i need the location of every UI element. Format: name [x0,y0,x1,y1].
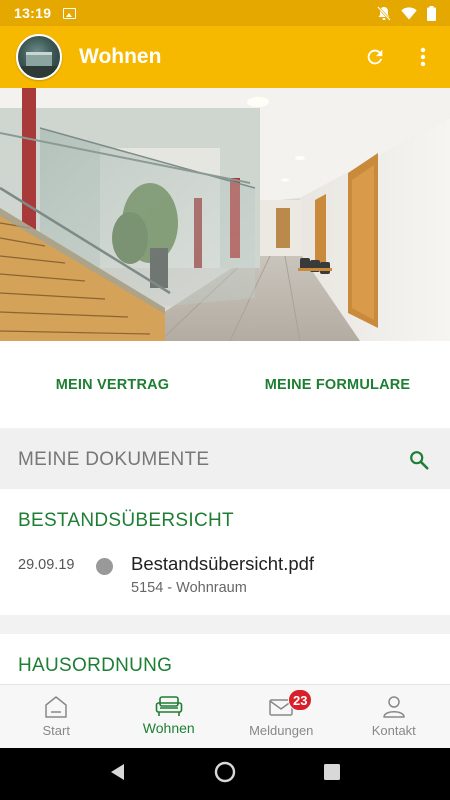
building-avatar[interactable] [16,34,62,80]
my-contract-button[interactable]: MEIN VERTRAG [0,377,225,393]
nav-label: Wohnen [142,720,195,736]
back-icon[interactable] [109,763,127,786]
status-time: 13:19 [14,5,52,21]
app-screen: 13:19 Wohnen MEIN VERTRAG MEINE FORMULAR… [0,0,450,800]
recents-icon[interactable] [323,763,341,786]
document-section: BESTANDSÜBERSICHT 29.09.19 Bestandsübers… [0,489,450,615]
app-bar-actions [362,44,436,70]
wifi-icon [401,6,417,19]
gallery-icon [63,7,77,19]
section-title: BESTANDSÜBERSICHT [18,510,234,531]
status-icons [377,5,436,21]
home-icon [45,696,67,718]
my-forms-button[interactable]: MEINE FORMULARE [225,377,450,393]
search-icon[interactable] [406,447,432,473]
contract-actions: MEIN VERTRAG MEINE FORMULARE [0,341,450,428]
bottom-navigation: Start Wohnen 23 Meldungen Kontakt [0,684,450,748]
notifications-off-icon [377,5,391,21]
documents-header: MEINE DOKUMENTE [0,430,450,489]
home-button-icon[interactable] [214,761,236,788]
notification-badge: 23 [288,689,313,711]
nav-item-wohnen[interactable]: Wohnen [113,685,226,748]
nav-label: Start [42,723,70,738]
status-bar: 13:19 [0,0,450,26]
refresh-icon[interactable] [362,44,388,70]
nav-label: Kontakt [371,723,416,738]
page-title: Wohnen [79,45,162,68]
document-row[interactable]: 29.09.19 Bestandsübersicht.pdf 5154 - Wo… [0,553,450,601]
hallway-with-staircase-photo [0,88,450,341]
sofa-icon [155,696,183,716]
document-name: Bestandsübersicht.pdf [131,553,315,574]
section-title: HAUSORDNUNG [18,655,173,676]
document-subtitle: 5154 - Wohnraum [131,580,247,596]
app-bar: Wohnen [0,26,450,88]
nav-label: Meldungen [249,723,314,738]
battery-icon [427,5,436,21]
nav-item-kontakt[interactable]: Kontakt [338,685,450,748]
nav-item-start[interactable]: Start [0,685,113,748]
nav-item-meldungen[interactable]: 23 Meldungen [225,685,338,748]
status-dot [96,558,113,575]
more-vert-icon[interactable] [410,44,436,70]
person-icon [383,696,405,718]
documents-title: MEINE DOKUMENTE [18,448,210,470]
document-section: HAUSORDNUNG [0,634,450,684]
system-navigation-bar [0,748,450,800]
document-date: 29.09.19 [18,557,75,573]
